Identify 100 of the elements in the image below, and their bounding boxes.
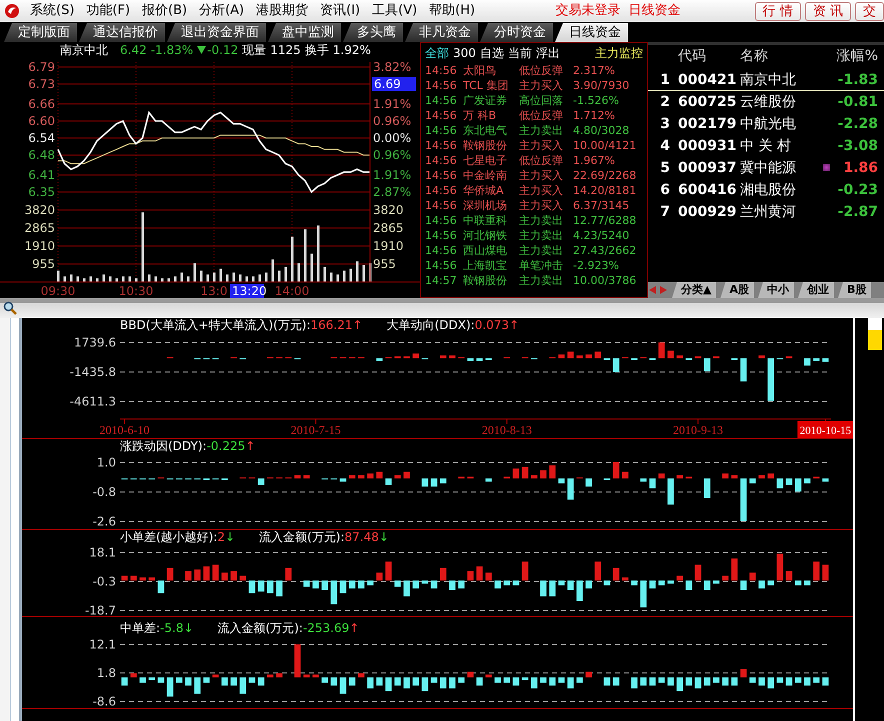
indicator-label: 流入金额(万元): (259, 529, 345, 546)
turnover-value: 1.92% (332, 42, 371, 59)
view-tab[interactable]: 盘中监测 (268, 23, 341, 42)
stock-name: 鞍钢股份 (463, 138, 508, 153)
toolbar-button[interactable]: 资 讯 (804, 2, 851, 20)
category-tab[interactable]: A股 (720, 282, 754, 298)
change-percent: -2.28 (836, 115, 878, 134)
stock-name: 湘电股份 (739, 181, 797, 200)
stock-row[interactable]: 5 000937 冀中能源 1.86 (648, 157, 884, 179)
indicator-label: BBD(大单流入+特大单流入)(万元): (120, 317, 311, 334)
row-number: 4 (659, 137, 670, 156)
volume-label: 现量 (242, 42, 266, 59)
stock-name: TCL 集团 (463, 78, 510, 93)
menu-item[interactable]: 分析(A) (193, 0, 250, 22)
change-percent: -1.83 (836, 71, 878, 90)
signal-value: 22.69/2268 (573, 168, 638, 183)
row-number: 3 (659, 115, 670, 134)
stock-name: 中金岭南 (463, 168, 508, 183)
stock-name: 河北钢铁 (463, 228, 508, 243)
stock-name: 鞍钢股份 (463, 273, 508, 288)
signal-value: 4.80/3028 (573, 123, 630, 138)
signal-type: 高位回落 (519, 93, 564, 108)
signal-value: 6.37/3145 (573, 198, 630, 213)
filter-tab[interactable]: 自选 (480, 44, 504, 62)
stock-name: 深圳机场 (463, 198, 508, 213)
view-tab[interactable]: 分时资金 (480, 23, 553, 42)
stock-row[interactable]: 6 600416 湘电股份 -0.23 (648, 179, 884, 201)
menu-item[interactable]: 帮助(H) (423, 0, 482, 22)
filter-tab[interactable]: 全部 (425, 44, 449, 62)
trend-arrow: ↑ (352, 317, 363, 334)
signal-type: 主力买入 (519, 78, 564, 93)
stock-row[interactable]: 1 000421 南京中北 -1.83 (648, 69, 884, 91)
filter-tab[interactable]: 当前 (508, 44, 532, 62)
axis-tick-label: 1.8 (96, 666, 116, 680)
signal-value: 1.967% (573, 153, 616, 168)
time-cell-text: 14:56 (425, 258, 458, 273)
stock-row[interactable]: 3 002179 中航光电 -2.28 (648, 113, 884, 135)
view-tab[interactable]: 退出资金界面 (167, 23, 266, 42)
axis-tick-label: 1739.6 (74, 336, 116, 350)
menu-item[interactable]: 系统(S) (24, 0, 80, 22)
axis-tick-label: 18.1 (89, 546, 116, 560)
signal-type: 主力买入 (519, 183, 564, 198)
stock-name: 西山煤电 (463, 243, 508, 258)
toolbar-button[interactable]: 交 (855, 2, 884, 20)
menu-item[interactable]: 资讯(I) (314, 0, 366, 22)
signal-value: 27.43/2662 (573, 243, 638, 258)
axis-tick-label: -0.3 (92, 574, 116, 588)
time-cell-text: 14:56 (425, 108, 458, 123)
stock-name: 兰州黄河 (739, 203, 797, 222)
category-tab[interactable]: 创业 (798, 282, 834, 298)
category-tab[interactable]: B股 (838, 282, 872, 298)
view-tab[interactable]: 日线资金 (555, 23, 628, 42)
category-tab[interactable]: 中小 (758, 282, 794, 298)
stock-name: 万 科B (463, 108, 498, 123)
stock-row[interactable]: 4 000931 中 关 村 -3.08 (648, 135, 884, 157)
stock-row[interactable]: 2 600725 云维股份 -0.81 (648, 91, 884, 113)
filter-tab[interactable]: 浮出 (536, 44, 560, 62)
menu-item[interactable]: 报价(B) (136, 0, 194, 22)
view-tab[interactable]: 定制版面 (4, 23, 77, 42)
stock-row[interactable]: 7 000929 兰州黄河 -2.87 (648, 201, 884, 223)
percent-tick-label: 0.96% (373, 148, 412, 162)
signal-type: 主力卖出 (519, 213, 564, 228)
indicator-label: 涨跌动因(DDY): (120, 438, 207, 455)
filter-tab[interactable]: 300 (453, 44, 476, 62)
toolbar-button[interactable]: 行 情 (754, 2, 801, 20)
trend-arrow: ↓ (378, 529, 389, 546)
price-tick-label: 6.54 (28, 131, 55, 146)
signal-type: 低位反弹 (519, 63, 564, 78)
time-cell-text: 14:56 (425, 93, 458, 108)
row-number: 7 (659, 203, 670, 222)
volume-tick-label: 955 (373, 257, 396, 271)
price-tick-label: 6.73 (28, 77, 55, 92)
axis-tick-label: -4611.3 (70, 394, 116, 408)
menu-item[interactable]: 港股期货 (250, 0, 314, 22)
volume-value: 1125 (270, 42, 301, 59)
signal-type: 低位反弹 (519, 108, 564, 123)
signal-type: 单笔冲击 (519, 258, 564, 273)
category-tab[interactable]: 分类▲ (672, 282, 716, 298)
signal-value: 10.00/3786 (573, 273, 638, 288)
column-header: 代码 (677, 47, 707, 66)
time-cell-text: 14:56 (425, 213, 458, 228)
percent-tick-label: 1.91% (373, 168, 412, 182)
status-text: 日线资金 (628, 2, 680, 20)
signal-type: 低位反弹 (519, 153, 564, 168)
change-percent: 1.86 (842, 159, 878, 178)
menu-item[interactable]: 工具(V) (366, 0, 424, 22)
last-price: 6.42 (120, 42, 147, 59)
indicator-value: 2 (217, 529, 226, 546)
view-tab[interactable]: 多头鹰 (343, 23, 403, 42)
menu-item[interactable]: 功能(F) (80, 0, 136, 22)
axis-tick-label: -0.8 (92, 485, 116, 499)
volume-tick-label: 1910 (373, 239, 404, 253)
volume-tick-label: 3820 (24, 203, 55, 217)
trend-arrow: ↓ (183, 620, 194, 637)
view-tab[interactable]: 通达信报价 (79, 23, 165, 42)
change-value: -0.12 (207, 42, 238, 59)
price-tick-label: 6.48 (28, 148, 55, 162)
stock-name: 中 关 村 (739, 137, 792, 156)
view-tab[interactable]: 非凡资金 (405, 23, 478, 42)
signal-value: -1.526% (573, 93, 620, 108)
